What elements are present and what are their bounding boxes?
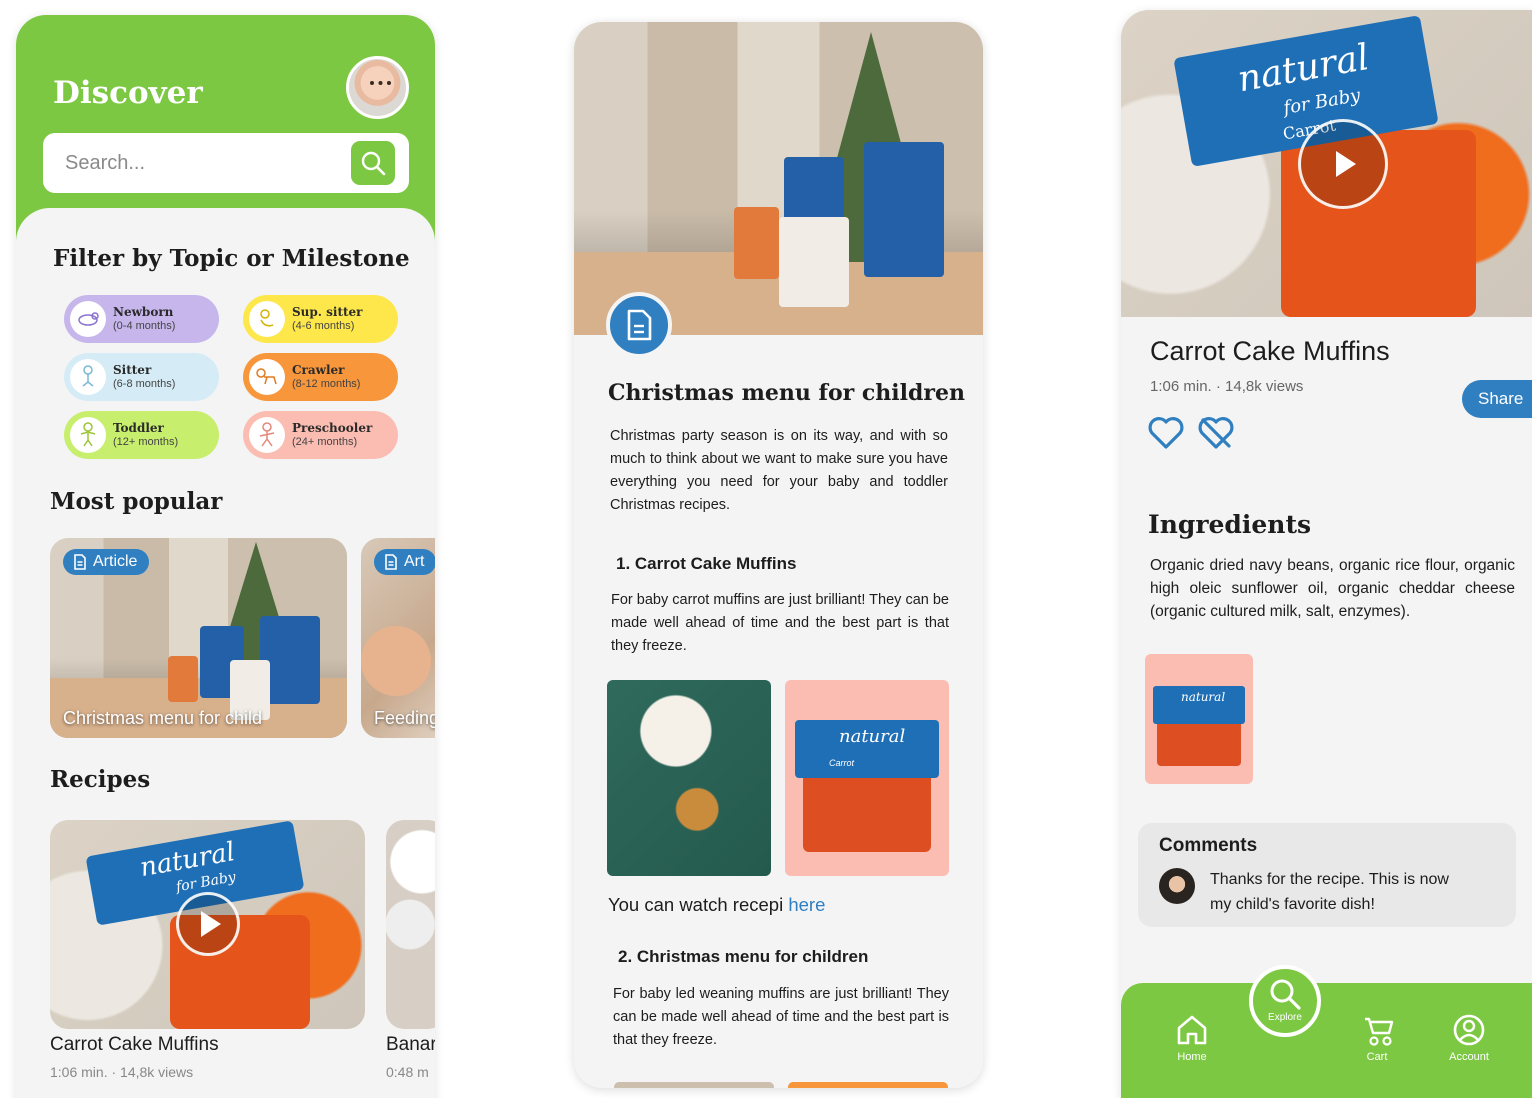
badge-label: Art — [404, 553, 425, 570]
popular-card-christmas[interactable]: Article Christmas menu for child — [50, 538, 347, 738]
recipe-card-banana[interactable] — [386, 820, 435, 1029]
watch-text: You can watch recepi — [608, 894, 784, 915]
comment-text: Thanks for the recipe. This is now my ch… — [1210, 871, 1449, 913]
chip-label: Sup. sitter — [292, 304, 363, 319]
home-icon — [1177, 1015, 1207, 1045]
package-brand: natural — [1181, 690, 1226, 704]
chip-label: Preschooler — [292, 420, 373, 435]
toddler-icon — [70, 417, 106, 453]
section-1-title: 1. Carrot Cake Muffins — [616, 554, 797, 573]
chip-label: Sitter — [113, 362, 152, 377]
badge-label: Article — [93, 553, 138, 570]
search-bar — [43, 133, 409, 193]
chip-range: (6-8 months) — [113, 377, 176, 390]
comments-title: Comments — [1159, 835, 1258, 856]
watch-line: You can watch recepi here — [608, 894, 825, 916]
card-title: Christmas menu for child — [63, 708, 263, 728]
chip-range: (4-6 months) — [292, 319, 355, 332]
document-icon — [74, 554, 86, 570]
carrot-jar-image[interactable]: natural Carrot — [785, 680, 949, 876]
article-badge: Art — [374, 549, 435, 575]
nav-account[interactable]: Account — [1429, 1013, 1509, 1063]
recipe-title: Carrot Cake Muffins — [50, 1034, 219, 1055]
commenter-avatar[interactable] — [1159, 868, 1195, 904]
section-1-text: For baby carrot muffins are just brillia… — [611, 592, 949, 654]
stroller-icon — [1365, 1017, 1394, 1046]
nav-explore[interactable]: Explore — [1249, 965, 1321, 1037]
package-brand: natural — [839, 726, 906, 747]
recipe-meta: 0:48 m — [386, 1064, 429, 1080]
card-title: Feeding — [374, 708, 435, 728]
discover-body: Filter by Topic or Milestone Newborn (0-4… — [16, 208, 435, 1098]
chip-label: Newborn — [113, 304, 174, 319]
recipe-meta: 1:06 min. · 14,8k views — [1150, 378, 1304, 395]
chip-range: (8-12 months) — [292, 377, 361, 390]
document-icon — [385, 554, 397, 570]
ingredients-text: Organic dried navy beans, organic rice f… — [1150, 557, 1515, 620]
recipe-screen: natural for Baby Carrot Carrot Cake Muff… — [1121, 10, 1532, 1098]
bottom-nav: Home Explore Cart Account — [1121, 965, 1532, 1098]
play-button[interactable] — [1298, 119, 1388, 209]
nav-cart[interactable]: Cart — [1337, 1013, 1417, 1063]
search-icon — [1270, 979, 1301, 1010]
article-hero-image — [574, 22, 983, 335]
recipe-card-carrot[interactable]: natural for Baby — [50, 820, 365, 1029]
heart-icon[interactable] — [1147, 416, 1185, 450]
newborn-icon — [70, 301, 106, 337]
article-badge: Article — [63, 549, 150, 575]
nav-label: Cart — [1366, 1051, 1388, 1063]
crawler-icon — [249, 359, 285, 395]
nav-home[interactable]: Home — [1152, 1013, 1232, 1063]
search-button[interactable] — [351, 141, 395, 185]
muffin-image[interactable] — [607, 680, 771, 876]
chip-newborn[interactable]: Newborn (0-4 months) — [64, 295, 219, 343]
article-title: Christmas menu for children — [608, 380, 965, 406]
dislike-heart-icon[interactable] — [1197, 416, 1235, 450]
most-popular-title: Most popular — [50, 488, 223, 515]
chip-range: (0-4 months) — [113, 319, 176, 332]
search-input[interactable] — [65, 147, 325, 179]
comments-panel: Comments Thanks for the recipe. This is … — [1138, 823, 1516, 927]
share-button[interactable]: Share — [1462, 380, 1532, 418]
chip-crawler[interactable]: Crawler (8-12 months) — [243, 353, 398, 401]
discover-screen: Discover Filter by Topic or Milestone Ne… — [16, 15, 435, 1098]
account-icon — [1453, 1014, 1485, 1046]
chip-range: (12+ months) — [113, 435, 179, 448]
preschooler-icon — [249, 417, 285, 453]
sup-sitter-icon — [249, 301, 285, 337]
search-icon — [361, 151, 386, 176]
chip-label: Crawler — [292, 362, 345, 377]
chip-sup-sitter[interactable]: Sup. sitter (4-6 months) — [243, 295, 398, 343]
nav-label: Account — [1449, 1051, 1489, 1063]
watch-here-link[interactable]: here — [788, 894, 825, 915]
recipes-title: Recipes — [50, 766, 151, 793]
nav-label: Explore — [1268, 1012, 1302, 1023]
ingredient-product-image[interactable]: natural — [1145, 654, 1253, 784]
ingredients-title: Ingredients — [1148, 510, 1312, 539]
article-screen: Christmas menu for children Christmas pa… — [574, 22, 983, 1088]
avatar[interactable] — [346, 56, 409, 119]
sitter-icon — [70, 359, 106, 395]
document-icon — [627, 309, 652, 341]
article-intro: Christmas party season is on its way, an… — [610, 428, 948, 513]
recipe-hero-video: natural for Baby Carrot — [1121, 10, 1532, 317]
nav-label: Home — [1177, 1051, 1207, 1063]
section-2-text: For baby led weaning muffins are just br… — [613, 986, 949, 1048]
recipe-title: Carrot Cake Muffins — [1150, 336, 1390, 366]
filter-title: Filter by Topic or Milestone — [53, 245, 410, 272]
package-flavor: Carrot — [829, 758, 855, 768]
play-button[interactable] — [176, 892, 240, 956]
page-title: Discover — [53, 75, 203, 111]
chip-range: (24+ months) — [292, 435, 358, 448]
recipe-meta: 1:06 min. · 14,8k views — [50, 1064, 194, 1080]
recipe-title: Banar — [386, 1034, 435, 1055]
article-type-badge — [606, 292, 672, 358]
chip-toddler[interactable]: Toddler (12+ months) — [64, 411, 219, 459]
section-2-title: 2. Christmas menu for children — [618, 947, 869, 966]
popular-card-feeding[interactable]: Art Feeding — [361, 538, 435, 738]
chip-label: Toddler — [113, 420, 164, 435]
chip-preschooler[interactable]: Preschooler (24+ months) — [243, 411, 398, 459]
chip-sitter[interactable]: Sitter (6-8 months) — [64, 353, 219, 401]
